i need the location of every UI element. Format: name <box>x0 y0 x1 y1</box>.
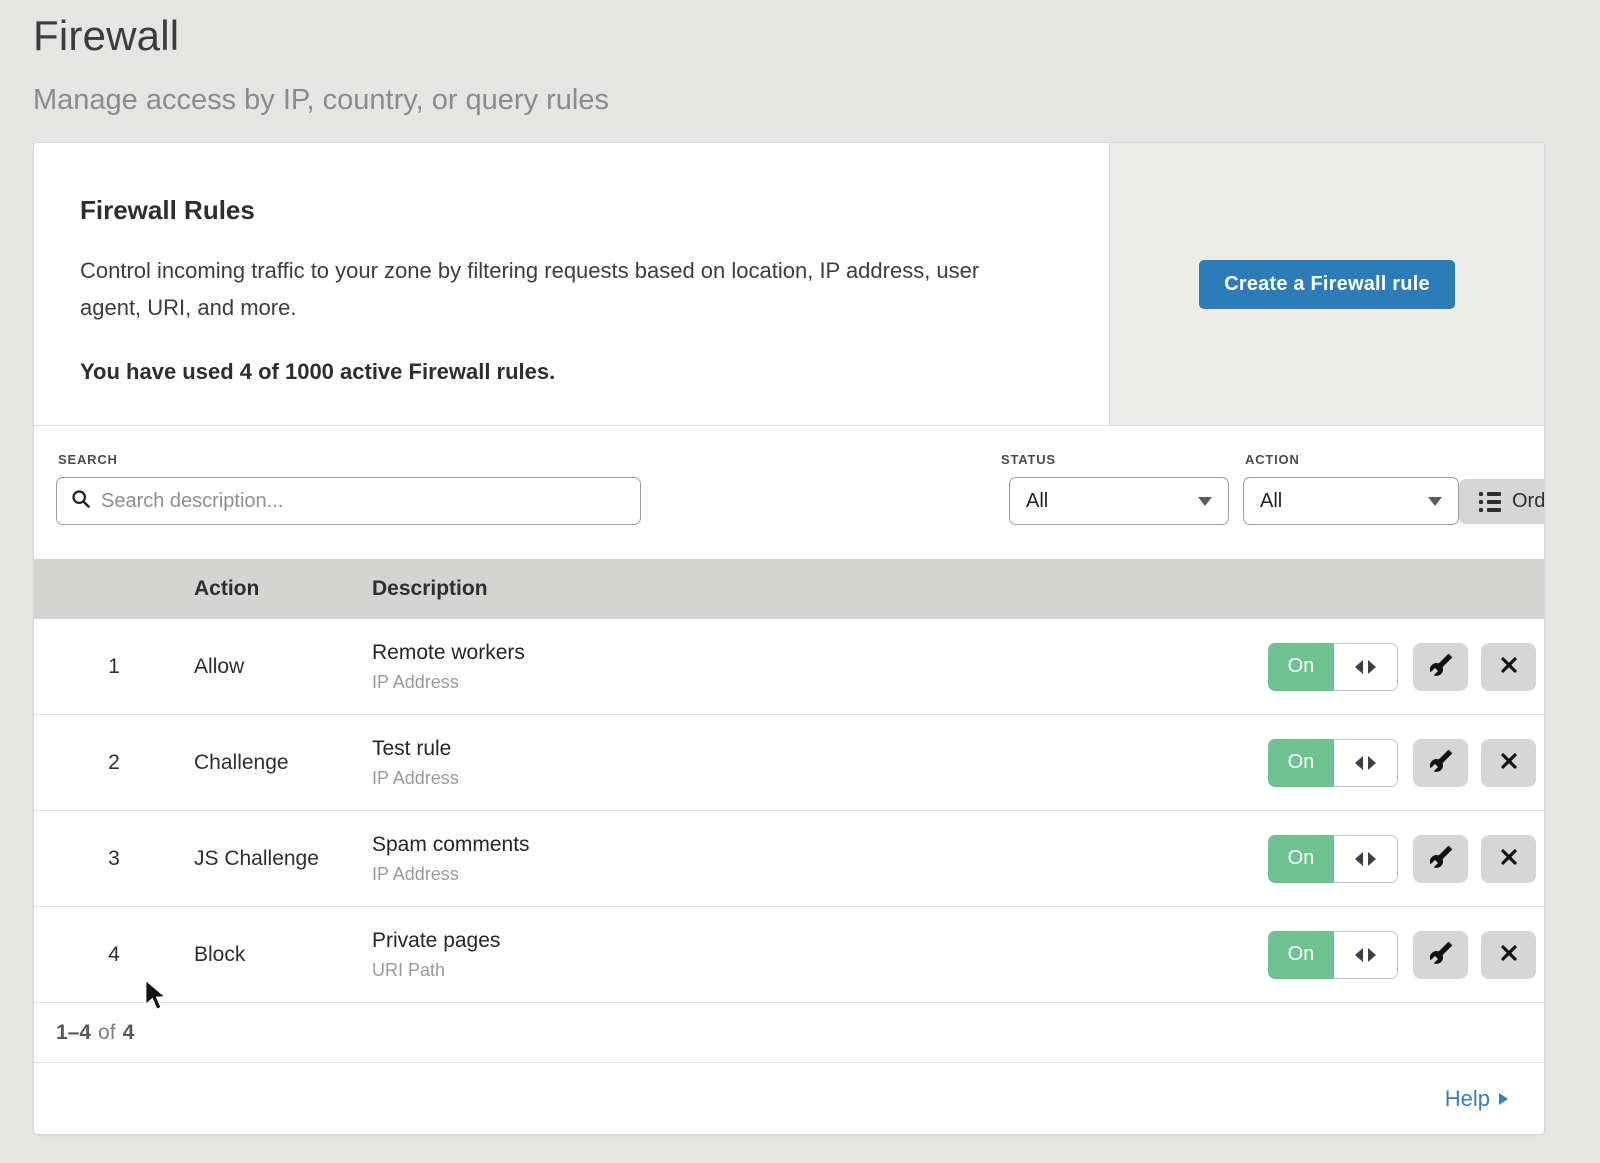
rule-description-cell: Private pages URI Path <box>372 929 1268 981</box>
status-selected-value: All <box>1026 490 1048 513</box>
search-input[interactable] <box>101 490 626 513</box>
delete-rule-button[interactable] <box>1481 931 1536 979</box>
wrench-icon <box>1429 653 1453 680</box>
x-icon <box>1498 846 1520 871</box>
rule-description: Private pages <box>372 929 1268 953</box>
delete-rule-button[interactable] <box>1481 739 1536 787</box>
wrench-icon <box>1429 845 1453 872</box>
x-icon <box>1498 750 1520 775</box>
search-input-wrapper <box>56 477 641 525</box>
pagination-bar: 1–4 of 4 <box>34 1003 1544 1063</box>
intro-text-block: Firewall Rules Control incoming traffic … <box>34 143 1109 425</box>
rule-match-type: IP Address <box>372 672 1268 693</box>
page-header: Firewall Manage access by IP, country, o… <box>0 8 1600 117</box>
rule-enabled-toggle[interactable]: On <box>1268 931 1398 979</box>
edit-rule-button[interactable] <box>1413 643 1468 691</box>
toggle-on-label[interactable]: On <box>1268 931 1334 979</box>
rule-action: Challenge <box>194 751 372 775</box>
status-filter-group: STATUS All <box>999 452 1229 525</box>
status-label: STATUS <box>1001 452 1229 467</box>
status-select[interactable]: All <box>1009 477 1229 525</box>
section-description: Control incoming traffic to your zone by… <box>80 252 1040 326</box>
help-bar: Help <box>34 1063 1544 1134</box>
rule-description-cell: Spam comments IP Address <box>372 833 1268 885</box>
toggle-on-label[interactable]: On <box>1268 643 1334 691</box>
description-column-header: Description <box>372 577 1544 601</box>
create-firewall-rule-button[interactable]: Create a Firewall rule <box>1199 260 1455 309</box>
ordered-list-icon <box>1479 492 1501 512</box>
rule-action: Allow <box>194 655 372 679</box>
rule-enabled-toggle[interactable]: On <box>1268 643 1398 691</box>
rule-priority: 2 <box>34 751 194 775</box>
triangle-right-icon <box>1499 1093 1508 1105</box>
edit-rule-button[interactable] <box>1413 835 1468 883</box>
rule-enabled-toggle[interactable]: On <box>1268 739 1398 787</box>
action-selected-value: All <box>1260 490 1282 513</box>
action-select[interactable]: All <box>1243 477 1459 525</box>
rule-description-cell: Test rule IP Address <box>372 737 1268 789</box>
create-rule-panel: Create a Firewall rule <box>1109 143 1544 425</box>
toggle-on-label[interactable]: On <box>1268 739 1334 787</box>
section-heading: Firewall Rules <box>80 195 1049 226</box>
pagination-total: 4 <box>123 1021 135 1045</box>
search-icon <box>71 489 91 514</box>
help-link-label: Help <box>1445 1086 1490 1112</box>
toggle-arrows-icon[interactable] <box>1334 739 1398 787</box>
action-filter-group: ACTION All <box>1243 452 1459 525</box>
rule-priority: 4 <box>34 943 194 967</box>
rule-priority: 3 <box>34 847 194 871</box>
filters-bar: SEARCH STATUS All ACTION <box>34 426 1544 559</box>
rule-controls: On <box>1268 835 1544 883</box>
rule-action: JS Challenge <box>194 847 372 871</box>
rule-match-type: IP Address <box>372 768 1268 789</box>
help-link[interactable]: Help <box>1445 1086 1508 1112</box>
toggle-arrows-icon[interactable] <box>1334 835 1398 883</box>
wrench-icon <box>1429 941 1453 968</box>
rule-match-type: IP Address <box>372 864 1268 885</box>
page-title: Firewall <box>33 12 1600 60</box>
chevron-down-icon <box>1428 497 1442 506</box>
rule-controls: On <box>1268 643 1544 691</box>
rule-description: Remote workers <box>372 641 1268 665</box>
toggle-arrows-icon[interactable] <box>1334 643 1398 691</box>
pagination-range: 1–4 <box>56 1021 91 1045</box>
delete-rule-button[interactable] <box>1481 835 1536 883</box>
firewall-page: Firewall Manage access by IP, country, o… <box>0 0 1600 117</box>
ordering-button-label: Ordering <box>1512 490 1545 513</box>
table-row: 1 Allow Remote workers IP Address On <box>34 619 1544 715</box>
x-icon <box>1498 654 1520 679</box>
table-row: 3 JS Challenge Spam comments IP Address … <box>34 811 1544 907</box>
toggle-on-label[interactable]: On <box>1268 835 1334 883</box>
delete-rule-button[interactable] <box>1481 643 1536 691</box>
rule-enabled-toggle[interactable]: On <box>1268 835 1398 883</box>
rule-priority: 1 <box>34 655 194 679</box>
pagination-of-label: of <box>98 1021 116 1045</box>
page-subtitle: Manage access by IP, country, or query r… <box>33 84 1600 117</box>
rule-controls: On <box>1268 739 1544 787</box>
rule-description: Test rule <box>372 737 1268 761</box>
edit-rule-button[interactable] <box>1413 931 1468 979</box>
rule-description: Spam comments <box>372 833 1268 857</box>
table-row: 4 Block Private pages URI Path On <box>34 907 1544 1003</box>
edit-rule-button[interactable] <box>1413 739 1468 787</box>
search-filter-group: SEARCH <box>56 452 641 525</box>
x-icon <box>1498 942 1520 967</box>
rule-description-cell: Remote workers IP Address <box>372 641 1268 693</box>
action-label: ACTION <box>1245 452 1459 467</box>
rule-controls: On <box>1268 931 1544 979</box>
usage-summary: You have used 4 of 1000 active Firewall … <box>80 359 1049 385</box>
table-row: 2 Challenge Test rule IP Address On <box>34 715 1544 811</box>
rule-action: Block <box>194 943 372 967</box>
rule-match-type: URI Path <box>372 960 1268 981</box>
toggle-arrows-icon[interactable] <box>1334 931 1398 979</box>
wrench-icon <box>1429 749 1453 776</box>
action-column-header: Action <box>194 577 372 601</box>
intro-section: Firewall Rules Control incoming traffic … <box>34 143 1544 426</box>
firewall-rules-card: Firewall Rules Control incoming traffic … <box>33 142 1545 1135</box>
search-label: SEARCH <box>58 452 641 467</box>
ordering-button[interactable]: Ordering <box>1459 479 1545 524</box>
chevron-down-icon <box>1198 497 1212 506</box>
table-header: Action Description <box>34 559 1544 619</box>
